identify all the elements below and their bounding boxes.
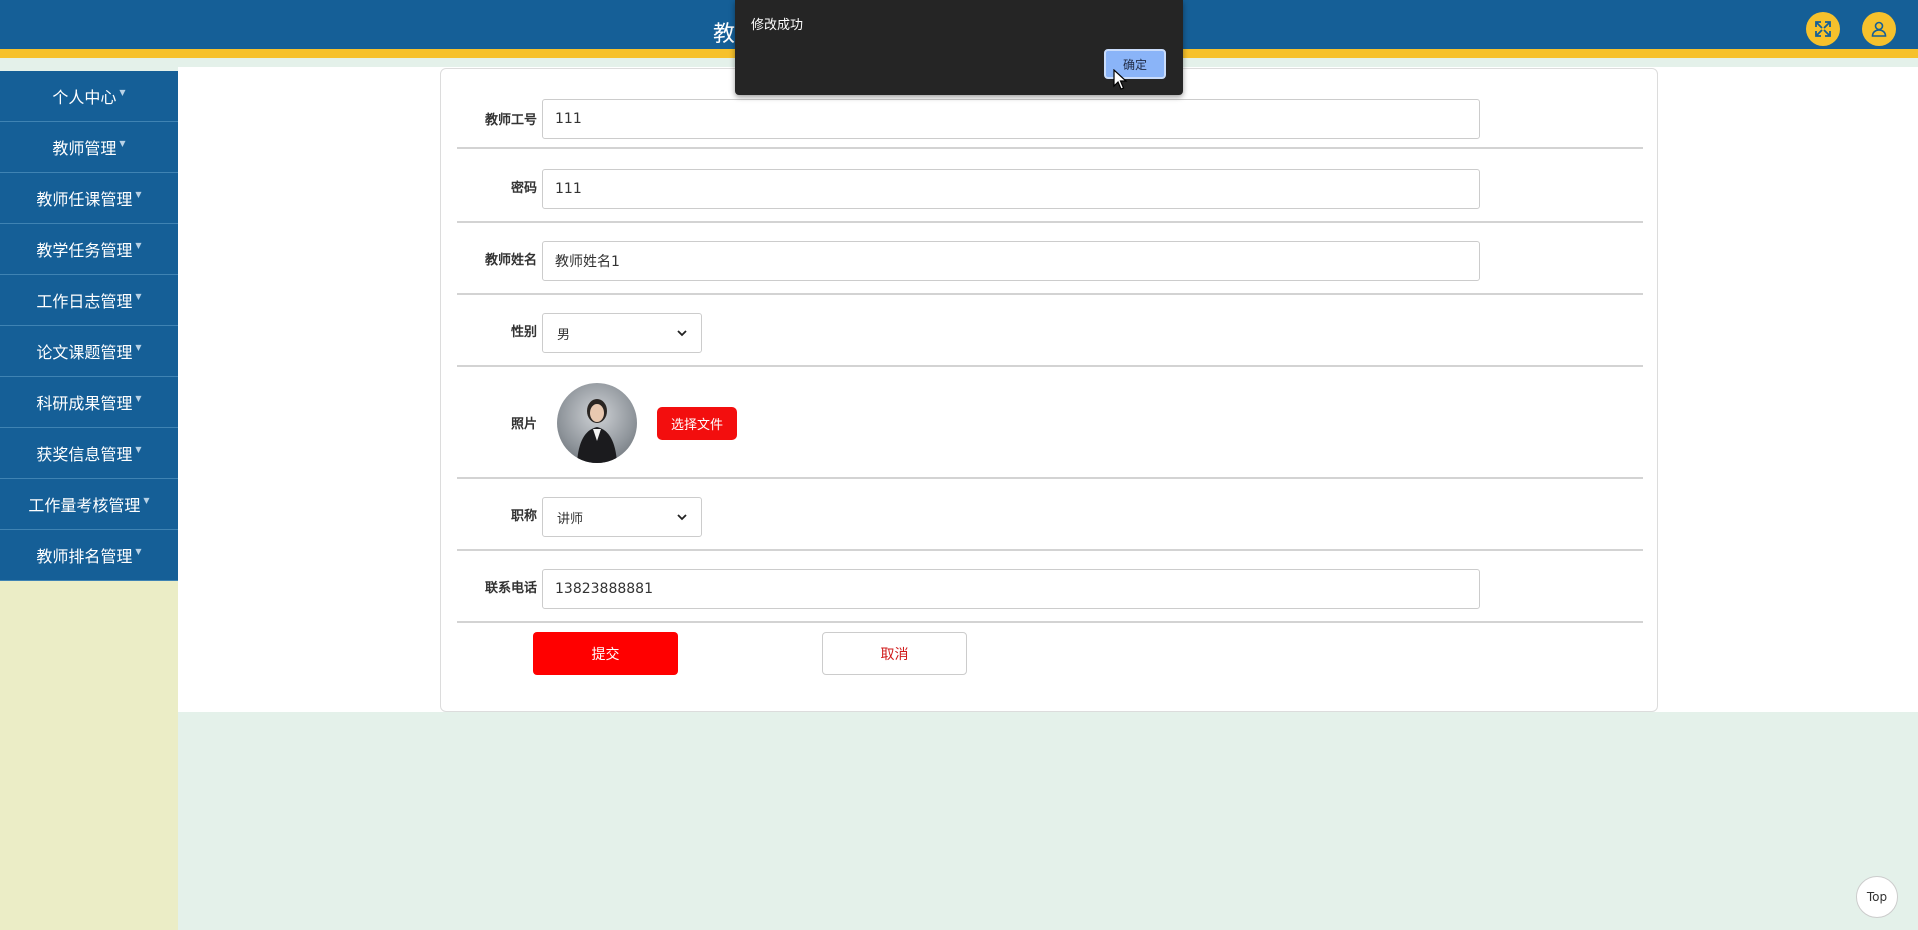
phone-input[interactable] xyxy=(542,569,1480,609)
choose-file-button[interactable]: 选择文件 xyxy=(657,407,737,440)
sidebar-item-label: 教学任务管理 xyxy=(36,241,133,260)
sidebar-item-research[interactable]: 科研成果管理 ▼ xyxy=(0,377,178,428)
teacher-photo xyxy=(557,383,637,463)
sidebar-item-label: 论文课题管理 xyxy=(36,343,133,362)
user-icon xyxy=(1871,21,1887,37)
title-select[interactable]: 讲师 xyxy=(542,497,702,537)
sidebar-item-ranking[interactable]: 教师排名管理 ▼ xyxy=(0,530,178,581)
gender-select[interactable]: 男 xyxy=(542,313,702,353)
sidebar-item-workload[interactable]: 工作量考核管理 ▼ xyxy=(0,479,178,530)
field-label: 密码 xyxy=(510,181,537,196)
sidebar-item-work-log[interactable]: 工作日志管理 ▼ xyxy=(0,275,178,326)
sidebar-item-label: 工作量考核管理 xyxy=(28,496,141,515)
expand-icon xyxy=(1815,21,1831,37)
field-label: 照片 xyxy=(510,417,537,432)
sidebar: 个人中心 ▼ 教师管理 ▼ 教师任课管理 ▼ 教学任务管理 ▼ 工作日志管理 ▼ 论文课题… xyxy=(0,71,178,930)
gender-select-value: 男 xyxy=(557,327,571,343)
fullscreen-button[interactable] xyxy=(1806,12,1840,46)
caret-down-icon: ▼ xyxy=(119,87,126,97)
field-label: 性别 xyxy=(510,325,537,340)
caret-down-icon: ▼ xyxy=(135,240,142,250)
title-select-value: 讲师 xyxy=(557,511,584,527)
form-row-photo: 照片 选择文件 xyxy=(457,367,1643,479)
field-label: 教师姓名 xyxy=(484,253,537,268)
sidebar-item-label: 工作日志管理 xyxy=(36,292,133,311)
edit-form: 教师工号 密码 教师姓名 性别 男 照片 选择文件 职称 讲师 xyxy=(440,68,1658,712)
person-photo-icon xyxy=(577,399,617,463)
cancel-button[interactable]: 取消 xyxy=(822,632,967,675)
sidebar-item-teacher-course[interactable]: 教师任课管理 ▼ xyxy=(0,173,178,224)
form-row-title: 职称 讲师 xyxy=(457,479,1643,551)
sidebar-item-teaching-task[interactable]: 教学任务管理 ▼ xyxy=(0,224,178,275)
chevron-down-icon xyxy=(677,514,687,521)
password-input[interactable] xyxy=(542,169,1480,209)
alert-message: 修改成功 xyxy=(751,18,804,33)
form-row-phone: 联系电话 xyxy=(457,551,1643,623)
page-title: 教 xyxy=(713,22,736,47)
user-button[interactable] xyxy=(1862,12,1896,46)
form-row-teacher-name: 教师姓名 xyxy=(457,223,1643,295)
mouse-cursor-icon xyxy=(1113,69,1128,90)
sidebar-item-label: 科研成果管理 xyxy=(36,394,133,413)
sidebar-item-label: 教师排名管理 xyxy=(36,547,133,566)
caret-down-icon: ▼ xyxy=(135,393,142,403)
teacher-name-input[interactable] xyxy=(542,241,1480,281)
caret-down-icon: ▼ xyxy=(135,189,142,199)
sidebar-item-personal-center[interactable]: 个人中心 ▼ xyxy=(0,71,178,122)
caret-down-icon: ▼ xyxy=(135,444,142,454)
sidebar-item-awards[interactable]: 获奖信息管理 ▼ xyxy=(0,428,178,479)
field-label: 职称 xyxy=(510,509,537,524)
sidebar-item-label: 获奖信息管理 xyxy=(36,445,133,464)
sidebar-item-label: 教师管理 xyxy=(52,139,117,158)
caret-down-icon: ▼ xyxy=(119,138,126,148)
sidebar-item-teacher[interactable]: 教师管理 ▼ xyxy=(0,122,178,173)
back-to-top-button[interactable]: Top xyxy=(1856,876,1898,918)
field-label: 联系电话 xyxy=(484,581,537,596)
caret-down-icon: ▼ xyxy=(135,291,142,301)
caret-down-icon: ▼ xyxy=(143,495,150,505)
sidebar-item-thesis[interactable]: 论文课题管理 ▼ xyxy=(0,326,178,377)
sidebar-item-label: 个人中心 xyxy=(52,88,117,107)
caret-down-icon: ▼ xyxy=(135,342,142,352)
caret-down-icon: ▼ xyxy=(135,546,142,556)
chevron-down-icon xyxy=(677,330,687,337)
submit-button[interactable]: 提交 xyxy=(533,632,678,675)
field-label: 教师工号 xyxy=(484,113,537,128)
form-row-password: 密码 xyxy=(457,151,1643,223)
teacher-id-input[interactable] xyxy=(542,99,1480,139)
form-row-gender: 性别 男 xyxy=(457,295,1643,367)
sidebar-item-label: 教师任课管理 xyxy=(36,190,133,209)
